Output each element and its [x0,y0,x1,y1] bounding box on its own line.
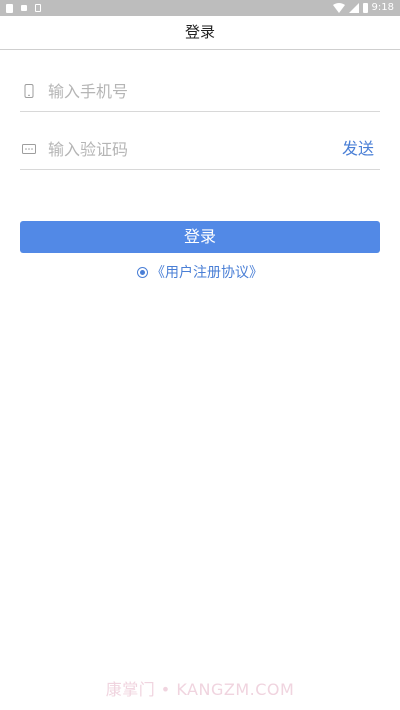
verification-code-input[interactable] [48,135,328,163]
battery-icon [362,3,368,13]
agreement-link[interactable]: 《用户注册协议》 [151,262,263,282]
signal-icon [348,3,359,13]
code-field-row: 发送 [20,129,380,170]
title-bar: 登录 [0,16,400,50]
phone-icon [24,84,34,98]
watermark: 康掌门 • KANGZM.COM [105,680,295,699]
phone-input[interactable] [48,77,328,105]
message-icon [22,144,36,154]
notification-icon [6,3,13,13]
status-time: 9:18 [371,2,394,13]
system-icons: 9:18 [332,2,394,14]
radio-dot [140,269,145,275]
notification-icon [35,4,41,12]
page-title: 登录 [184,23,215,41]
wifi-icon [332,3,345,13]
notification-icons [6,3,41,13]
agreement-row: 《用户注册协议》 [0,262,400,282]
radio-icon[interactable] [137,266,148,278]
send-code-button[interactable]: 发送 [342,137,374,161]
notification-icon [21,5,27,11]
phone-field-row [20,71,380,112]
status-bar: 9:18 [0,0,400,16]
login-button[interactable]: 登录 [20,221,380,253]
